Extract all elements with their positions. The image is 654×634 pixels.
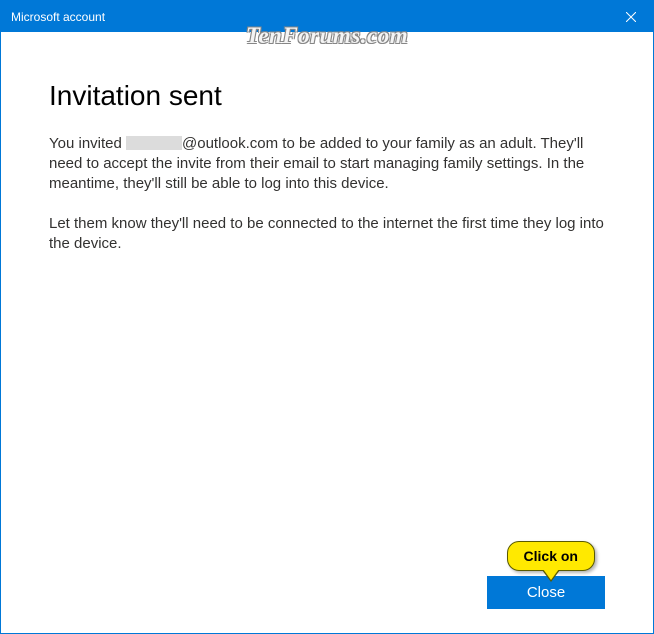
titlebar-close-button[interactable] (608, 1, 653, 32)
titlebar-title: Microsoft account (11, 10, 105, 24)
redacted-email-local (126, 136, 182, 150)
close-button[interactable]: Close (487, 576, 605, 609)
dialog-footer: Close (487, 576, 605, 609)
dialog-content: Invitation sent You invited @outlook.com… (1, 32, 653, 633)
dialog-window: Microsoft account TenForums.com Invitati… (0, 0, 654, 634)
titlebar: Microsoft account (1, 1, 653, 32)
invitation-paragraph-2: Let them know they'll need to be connect… (49, 214, 605, 254)
p1-email-suffix: @outlook.com (182, 135, 278, 152)
p1-prefix: You invited (49, 135, 126, 152)
close-icon (626, 12, 636, 22)
page-heading: Invitation sent (49, 80, 605, 112)
invitation-paragraph-1: You invited @outlook.com to be added to … (49, 134, 605, 194)
